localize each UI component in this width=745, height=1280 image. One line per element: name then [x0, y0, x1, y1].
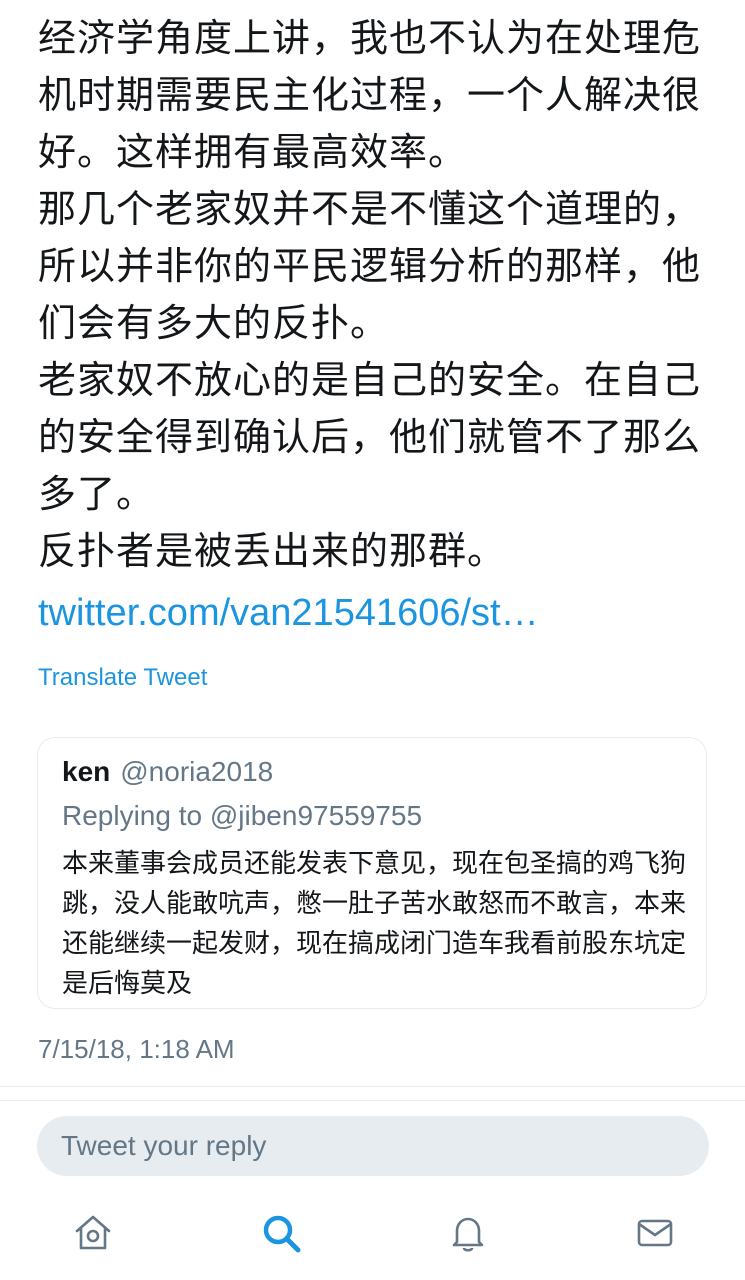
reply-input[interactable]: Tweet your reply: [37, 1116, 709, 1176]
quoted-tweet-header: ken @noria2018: [62, 756, 273, 788]
tab-home[interactable]: [68, 1208, 118, 1258]
quoted-author-handle: @noria2018: [120, 756, 274, 787]
tab-notifications[interactable]: [443, 1208, 493, 1258]
search-icon: [263, 1215, 301, 1253]
tweet-timestamp: 7/15/18, 1:18 AM: [38, 1034, 235, 1064]
quoted-author-name: ken: [62, 756, 111, 787]
mail-icon: [637, 1219, 673, 1247]
translate-tweet-button[interactable]: Translate Tweet: [38, 664, 207, 692]
bottom-tab-bar: [0, 1190, 745, 1280]
tab-search[interactable]: [256, 1208, 306, 1258]
tweet-link[interactable]: twitter.com/van21541606/st…: [38, 592, 539, 635]
tweet-paragraph: 反扑者是被丢出来的那群。: [38, 529, 507, 573]
home-icon: [75, 1215, 111, 1250]
divider: [0, 1086, 745, 1087]
tweet-text: 经济学角度上讲，我也不认为在处理危机时期需要民主化过程，一个人解决很好。这样拥有…: [38, 10, 718, 580]
divider: [0, 1100, 745, 1101]
tweet-paragraph: 老家奴不放心的是自己的安全。在自己的安全得到确认后，他们就管不了那么多了。: [38, 358, 702, 516]
quoted-tweet-text: 本来董事会成员还能发表下意见，现在包圣搞的鸡飞狗跳，没人能敢吭声，憋一肚子苦水敢…: [62, 849, 687, 999]
bell-icon: [452, 1217, 484, 1252]
replying-to-label: Replying to @jiben97559755: [62, 800, 423, 831]
tweet-paragraph: 经济学角度上讲，我也不认为在处理危机时期需要民主化过程，一个人解决很好。这样拥有…: [38, 16, 702, 174]
tweet-paragraph: 那几个老家奴并不是不懂这个道理的，所以并非你的平民逻辑分析的那样，他们会有多大的…: [38, 187, 702, 345]
tab-messages[interactable]: [630, 1208, 680, 1258]
quoted-tweet-card[interactable]: ken @noria2018 Replying to @jiben97559755…: [37, 737, 707, 1009]
